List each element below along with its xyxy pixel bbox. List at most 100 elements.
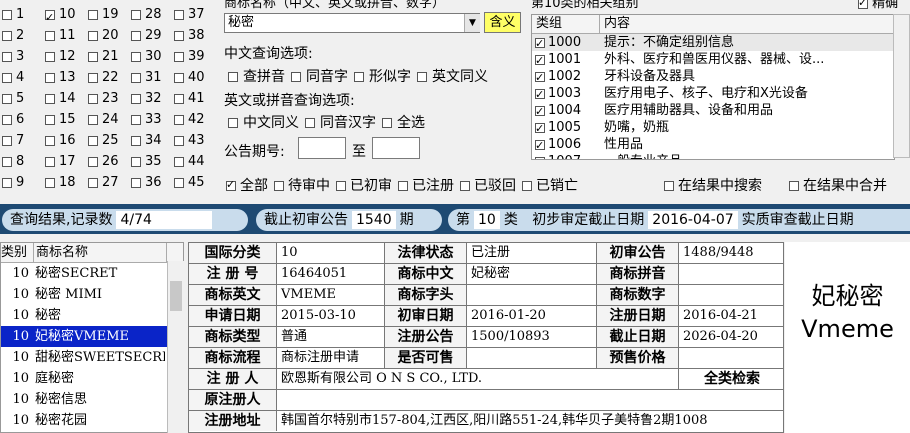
checkbox-icon[interactable] <box>858 0 868 9</box>
checkbox-icon[interactable] <box>535 120 545 137</box>
class-checkbox[interactable]: 43 <box>172 130 215 151</box>
cn-options-checkbox[interactable]: 同音字 <box>285 69 348 85</box>
checkbox-icon[interactable] <box>174 72 184 83</box>
checkbox-icon[interactable] <box>131 93 141 104</box>
class-checkbox[interactable]: 26 <box>86 151 129 172</box>
class-checkbox[interactable]: 22 <box>86 67 129 88</box>
chevron-down-icon[interactable]: ▼ <box>464 14 480 32</box>
checkbox-icon[interactable] <box>535 86 545 103</box>
checkbox-icon[interactable] <box>398 181 408 191</box>
class-checkbox[interactable]: 33 <box>129 109 172 130</box>
class-checkbox[interactable]: 8 <box>0 151 43 172</box>
checkbox-icon[interactable] <box>131 9 141 20</box>
class-checkbox[interactable]: 7 <box>0 130 43 151</box>
checkbox-icon[interactable] <box>522 181 532 191</box>
cn-options-checkbox[interactable]: 形似字 <box>348 69 411 85</box>
checkbox-icon[interactable] <box>88 135 98 146</box>
checkbox-icon[interactable] <box>789 181 799 191</box>
list-item[interactable]: 10 妃秘密VMEME <box>1 326 183 347</box>
class-checkbox[interactable]: 36 <box>129 172 172 193</box>
checkbox-icon[interactable] <box>382 118 392 128</box>
class-checkbox[interactable]: 4 <box>0 67 43 88</box>
class-checkbox[interactable]: 45 <box>172 172 215 193</box>
checkbox-icon[interactable] <box>174 114 184 125</box>
group-row[interactable]: 1007 一般专业产品 <box>532 153 894 159</box>
class-checkbox[interactable]: 15 <box>43 109 86 130</box>
checkbox-icon[interactable] <box>535 69 545 86</box>
exact-checkbox[interactable]: 精确 <box>858 0 898 11</box>
group-code[interactable]: 1005 <box>532 119 600 137</box>
class-checkbox[interactable]: 3 <box>0 46 43 67</box>
class-checkbox[interactable]: 32 <box>129 88 172 109</box>
class-checkbox[interactable]: 23 <box>86 88 129 109</box>
checkbox-icon[interactable] <box>535 154 545 159</box>
checkbox-icon[interactable] <box>45 177 55 188</box>
result-list-scrollbar[interactable] <box>167 261 184 433</box>
checkbox-icon[interactable] <box>88 177 98 188</box>
checkbox-icon[interactable] <box>174 51 184 62</box>
checkbox-icon[interactable] <box>45 156 55 167</box>
search-in-results-checkbox[interactable]: 在结果中搜索 <box>664 175 762 195</box>
group-code[interactable]: 1001 <box>532 51 600 69</box>
group-scrollbar[interactable] <box>893 14 910 158</box>
group-row[interactable]: 1000 提示：不确定组别信息 <box>532 34 894 52</box>
class-checkbox[interactable]: 9 <box>0 172 43 193</box>
group-col-content[interactable]: 内容 <box>600 15 884 33</box>
class-checkbox[interactable]: 28 <box>129 4 172 25</box>
checkbox-icon[interactable] <box>88 93 98 104</box>
list-item[interactable]: 10 秘密SECRET <box>1 263 183 284</box>
status-filter-checkbox[interactable]: 已注册 <box>398 178 454 194</box>
checkbox-icon[interactable] <box>88 30 98 41</box>
class-checkbox[interactable]: 34 <box>129 130 172 151</box>
list-col-class[interactable]: 类别 <box>1 243 34 262</box>
checkbox-icon[interactable] <box>2 93 12 104</box>
checkbox-icon[interactable] <box>131 156 141 167</box>
class-checkbox[interactable]: 42 <box>172 109 215 130</box>
class-checkbox[interactable]: 6 <box>0 109 43 130</box>
class-checkbox[interactable]: 17 <box>43 151 86 172</box>
list-item[interactable]: 10 秘密花园 <box>1 410 183 431</box>
checkbox-icon[interactable] <box>2 51 12 62</box>
checkbox-icon[interactable] <box>174 156 184 167</box>
group-code[interactable]: 1006 <box>532 136 600 154</box>
checkbox-icon[interactable] <box>226 178 236 191</box>
checkbox-icon[interactable] <box>45 114 55 125</box>
full-class-search-button[interactable]: 全类检索 <box>679 369 783 389</box>
checkbox-icon[interactable] <box>88 114 98 125</box>
list-item[interactable]: 10 秘密 MIMI <box>1 284 183 305</box>
checkbox-icon[interactable] <box>354 72 364 82</box>
checkbox-icon[interactable] <box>336 181 346 191</box>
checkbox-icon[interactable] <box>228 72 238 82</box>
class-checkbox[interactable]: 38 <box>172 25 215 46</box>
class-checkbox[interactable]: 18 <box>43 172 86 193</box>
cn-options-checkbox[interactable]: 查拼音 <box>222 69 285 85</box>
checkbox-icon[interactable] <box>291 72 301 82</box>
class-checkbox[interactable]: 5 <box>0 88 43 109</box>
class-checkbox[interactable]: 13 <box>43 67 86 88</box>
checkbox-icon[interactable] <box>88 9 98 20</box>
class-checkbox[interactable]: 40 <box>172 67 215 88</box>
contain-meaning-button[interactable]: 含义 <box>484 12 521 33</box>
class-checkbox[interactable]: 1 <box>0 4 43 25</box>
checkbox-icon[interactable] <box>535 35 545 52</box>
checkbox-icon[interactable] <box>305 118 315 128</box>
status-filter-checkbox[interactable]: 已销亡 <box>522 178 578 194</box>
en-options-checkbox[interactable]: 中文同义 <box>222 115 299 131</box>
merge-in-results-checkbox[interactable]: 在结果中合并 <box>789 175 887 195</box>
group-code[interactable]: 1007 <box>532 153 600 159</box>
class-checkbox[interactable]: 37 <box>172 4 215 25</box>
class-checkbox[interactable]: 35 <box>129 151 172 172</box>
cn-options-checkbox[interactable]: 英文同义 <box>411 69 488 85</box>
checkbox-icon[interactable] <box>535 137 545 154</box>
class-checkbox[interactable]: 25 <box>86 130 129 151</box>
group-row[interactable]: 1006 性用品 <box>532 136 894 154</box>
class-checkbox[interactable]: 39 <box>172 46 215 67</box>
checkbox-icon[interactable] <box>460 181 470 191</box>
checkbox-icon[interactable] <box>45 72 55 83</box>
checkbox-icon[interactable] <box>174 135 184 146</box>
class-checkbox[interactable]: 27 <box>86 172 129 193</box>
checkbox-icon[interactable] <box>45 51 55 62</box>
checkbox-icon[interactable] <box>131 135 141 146</box>
list-item[interactable]: 10 甜秘密SWEETSECRE <box>1 347 183 368</box>
class-checkbox[interactable]: 14 <box>43 88 86 109</box>
